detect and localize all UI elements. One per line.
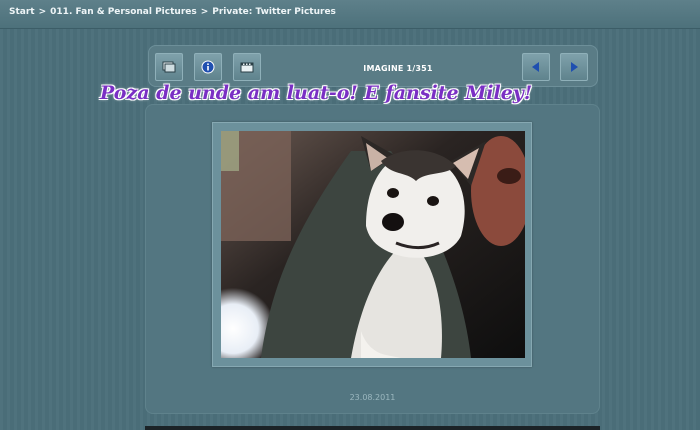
slideshow-icon xyxy=(162,61,176,73)
previous-image-button[interactable] xyxy=(522,53,550,81)
photo-date: 23.08.2011 xyxy=(349,393,396,402)
film-icon xyxy=(240,62,254,73)
info-button[interactable] xyxy=(194,53,222,81)
top-navigation-bar: Start >011. Fan & Personal Pictures > Priva… xyxy=(0,0,700,29)
overlay-caption-text: Poza de unde am luat-o! E fansite Miley! xyxy=(100,82,533,104)
info-icon xyxy=(201,60,215,74)
bottom-strip xyxy=(145,426,600,430)
slideshow-button[interactable] xyxy=(155,53,183,81)
next-image-button[interactable] xyxy=(560,53,588,81)
breadcrumb-category-link[interactable]: 011. Fan & Personal Pictures xyxy=(50,7,197,17)
breadcrumb-separator: > xyxy=(200,7,209,17)
image-counter: IMAGINE 1/351 xyxy=(363,64,433,73)
puppy-photo-image xyxy=(221,131,525,358)
breadcrumb-start-link[interactable]: Start xyxy=(9,7,35,17)
photo-husky-puppy[interactable] xyxy=(221,131,525,358)
next-arrow-icon xyxy=(571,62,578,72)
breadcrumb: Start >011. Fan & Personal Pictures > Priva… xyxy=(9,7,336,17)
prev-arrow-icon xyxy=(532,62,539,72)
image-toolbar: IMAGINE 1/351 xyxy=(148,45,598,87)
film-button[interactable] xyxy=(233,53,261,81)
photo-frame xyxy=(212,122,532,367)
breadcrumb-album-link[interactable]: Private: Twitter Pictures xyxy=(212,7,336,17)
breadcrumb-separator: > xyxy=(38,7,47,17)
